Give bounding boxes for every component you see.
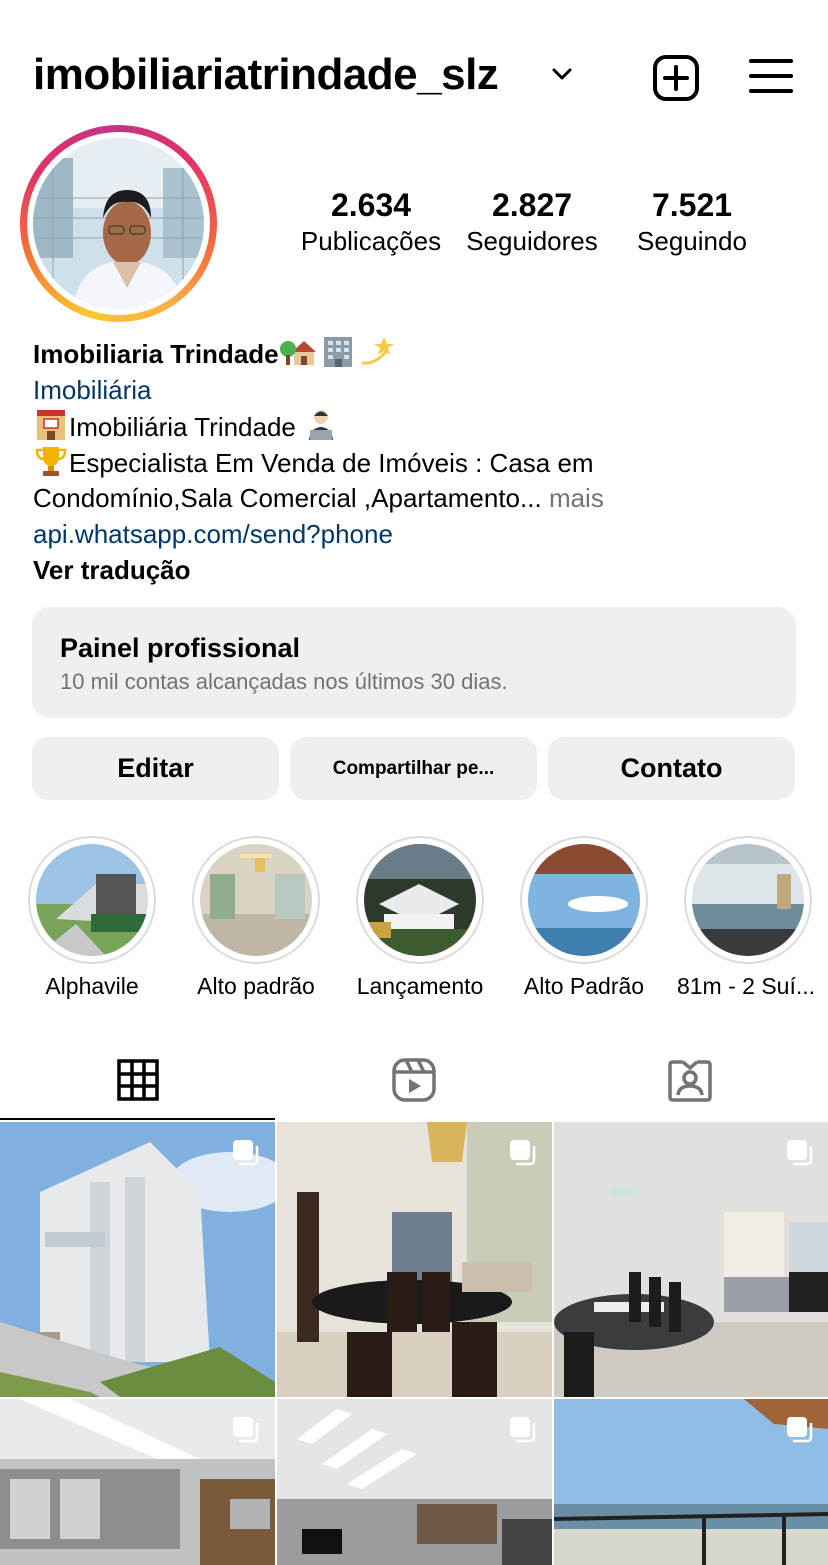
highlight-cover xyxy=(692,844,804,956)
avatar[interactable] xyxy=(33,138,204,309)
profile-username[interactable]: imobiliariatrindade_slz xyxy=(33,50,499,100)
highlight-label: 81m - 2 Suí... xyxy=(676,973,816,999)
dizzy-emoji-icon xyxy=(361,337,394,365)
trophy-emoji-icon xyxy=(35,447,67,476)
grid-post[interactable] xyxy=(277,1122,552,1397)
dashboard-subtitle: 10 mil contas alcançadas nos últimos 30 … xyxy=(60,669,508,694)
chevron-down-icon[interactable] xyxy=(551,66,573,82)
highlight-cover xyxy=(36,844,148,956)
stat-posts[interactable]: 2.634 Publicações xyxy=(291,186,451,258)
multiple-photos-icon xyxy=(233,1140,259,1166)
bio-name: Imobiliaria Trindade xyxy=(33,335,395,372)
bio-line-1: Imobiliária Trindade xyxy=(33,408,339,445)
bio-line-3-text: Condomínio,Sala Comercial ,Apartamento..… xyxy=(33,483,542,513)
highlight-label: Alto padrão xyxy=(197,973,315,999)
highlight-label: Alphavile xyxy=(45,973,139,999)
edit-profile-button[interactable]: Editar xyxy=(32,737,279,800)
house-tree-emoji-icon xyxy=(279,341,316,365)
tab-posts-grid[interactable] xyxy=(0,1040,276,1120)
grid-icon xyxy=(117,1059,159,1101)
multiple-photos-icon xyxy=(510,1417,536,1443)
office-building-emoji-icon xyxy=(323,337,352,367)
highlight-cover xyxy=(364,844,476,956)
stat-followers-label: Seguidores xyxy=(466,226,598,256)
highlight-cover xyxy=(528,844,640,956)
multiple-photos-icon xyxy=(233,1417,259,1443)
dashboard-title: Painel profissional xyxy=(60,633,301,663)
professional-dashboard[interactable]: Painel profissional 10 mil contas alcanç… xyxy=(32,607,796,718)
multiple-photos-icon xyxy=(787,1417,813,1443)
grid-post[interactable] xyxy=(0,1122,275,1397)
highlight-lancamento[interactable] xyxy=(356,836,484,964)
multiple-photos-icon xyxy=(510,1140,536,1166)
contact-button[interactable]: Contato xyxy=(548,737,795,800)
tagged-icon xyxy=(668,1060,712,1102)
stat-followers[interactable]: 2.827 Seguidores xyxy=(452,186,612,258)
reels-icon xyxy=(392,1058,436,1102)
bio-category: Imobiliária xyxy=(33,375,152,405)
highlight-label: Alto Padrão xyxy=(523,973,645,999)
stat-posts-label: Publicações xyxy=(300,226,442,256)
tab-reels[interactable] xyxy=(276,1040,552,1120)
highlight-81m-2-suites[interactable] xyxy=(684,836,812,964)
stat-posts-value: 2.634 xyxy=(330,187,412,223)
stat-following-label: Seguindo xyxy=(637,226,747,256)
bio-line-2-text: Especialista Em Venda de Imóveis : Casa … xyxy=(69,448,594,478)
highlight-label: Lançamento xyxy=(356,973,484,999)
new-post-icon[interactable] xyxy=(652,54,700,102)
share-profile-button[interactable]: Compartilhar pe... xyxy=(290,737,537,800)
tab-tagged[interactable] xyxy=(552,1040,828,1120)
multiple-photos-icon xyxy=(787,1140,813,1166)
bio-website-link[interactable]: api.whatsapp.com/send?phone xyxy=(33,516,393,552)
highlight-cover xyxy=(200,844,312,956)
bio-more-link[interactable]: mais xyxy=(549,483,604,513)
stat-following[interactable]: 7.521 Seguindo xyxy=(612,186,772,258)
highlight-alto-padrao[interactable] xyxy=(192,836,320,964)
stat-followers-value: 2.827 xyxy=(491,187,573,223)
post-office-emoji-icon xyxy=(37,410,65,440)
grid-post[interactable] xyxy=(554,1399,828,1565)
bio-line-2: Especialista Em Venda de Imóveis : Casa … xyxy=(33,444,594,481)
bio-line-3: Condomínio,Sala Comercial ,Apartamento..… xyxy=(33,480,604,516)
grid-post[interactable] xyxy=(277,1399,552,1565)
highlight-alto-padrao-2[interactable] xyxy=(520,836,648,964)
technologist-emoji-icon xyxy=(309,410,334,440)
menu-icon[interactable] xyxy=(748,56,794,96)
bio-name-text: Imobiliaria Trindade xyxy=(33,339,279,369)
highlight-alphavile[interactable] xyxy=(28,836,156,964)
bio-line-1-text: Imobiliária Trindade xyxy=(69,412,296,442)
grid-post[interactable] xyxy=(554,1122,828,1397)
stat-following-value: 7.521 xyxy=(651,187,733,223)
grid-post[interactable] xyxy=(0,1399,275,1565)
active-tab-indicator xyxy=(0,1118,275,1120)
see-translation-link[interactable]: Ver tradução xyxy=(33,552,191,588)
